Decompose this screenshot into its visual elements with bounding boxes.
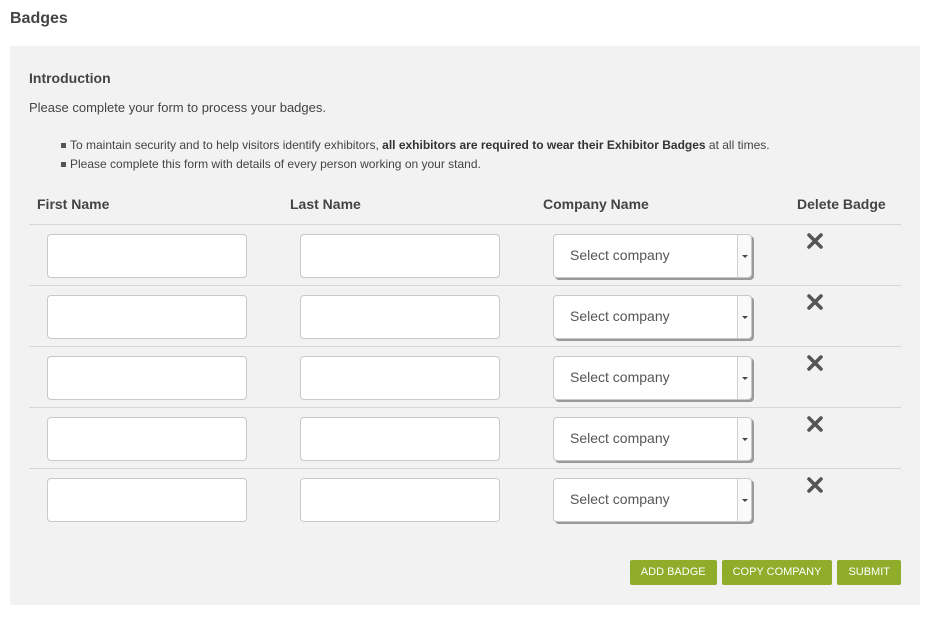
first-name-input[interactable] [47, 356, 247, 400]
table-row: Select company [29, 347, 901, 408]
square-bullet-icon [61, 162, 66, 167]
dropdown-toggle[interactable] [737, 479, 751, 521]
table-row: Select company [29, 408, 901, 469]
bullet-item-complete: Please complete this form with details o… [61, 155, 770, 174]
caret-down-icon [742, 316, 748, 319]
dropdown-toggle[interactable] [737, 418, 751, 460]
caret-down-icon [742, 377, 748, 380]
company-select[interactable]: Select company [553, 417, 752, 461]
company-select-value: Select company [570, 430, 670, 446]
last-name-input[interactable] [300, 478, 500, 522]
company-select[interactable]: Select company [553, 295, 752, 339]
company-select-value: Select company [570, 369, 670, 385]
header-first-name: First Name [37, 196, 110, 212]
company-select[interactable]: Select company [553, 234, 752, 278]
last-name-input[interactable] [300, 234, 500, 278]
caret-down-icon [742, 438, 748, 441]
first-name-input[interactable] [47, 478, 247, 522]
close-x-icon[interactable] [805, 353, 825, 373]
dropdown-toggle[interactable] [737, 357, 751, 399]
close-x-icon[interactable] [805, 292, 825, 312]
table-row: Select company [29, 469, 901, 530]
dropdown-toggle[interactable] [737, 296, 751, 338]
company-select-value: Select company [570, 491, 670, 507]
first-name-input[interactable] [47, 234, 247, 278]
caret-down-icon [742, 499, 748, 502]
company-select-value: Select company [570, 308, 670, 324]
intro-text: Please complete your form to process you… [29, 100, 326, 115]
close-x-icon[interactable] [805, 414, 825, 434]
last-name-input[interactable] [300, 417, 500, 461]
intro-heading: Introduction [29, 70, 111, 86]
header-delete-badge: Delete Badge [797, 196, 886, 212]
last-name-input[interactable] [300, 295, 500, 339]
header-company-name: Company Name [543, 196, 649, 212]
table-row: Select company [29, 225, 901, 286]
form-actions: ADD BADGE COPY COMPANY SUBMIT [629, 560, 901, 585]
company-select-value: Select company [570, 247, 670, 263]
submit-button[interactable]: SUBMIT [837, 560, 901, 585]
caret-down-icon [742, 255, 748, 258]
square-bullet-icon [61, 143, 66, 148]
bullet-item-security: To maintain security and to help visitor… [61, 136, 770, 155]
add-badge-button[interactable]: ADD BADGE [629, 560, 717, 585]
intro-bullet-list: To maintain security and to help visitor… [61, 136, 770, 174]
badges-form-panel: Introduction Please complete your form t… [10, 46, 920, 605]
last-name-input[interactable] [300, 356, 500, 400]
page-title: Badges [10, 10, 68, 27]
first-name-input[interactable] [47, 417, 247, 461]
close-x-icon[interactable] [805, 231, 825, 251]
table-header: First Name Last Name Company Name Delete… [29, 186, 901, 225]
badge-rows: Select company Select company Select com… [29, 225, 901, 530]
first-name-input[interactable] [47, 295, 247, 339]
company-select[interactable]: Select company [553, 356, 752, 400]
dropdown-toggle[interactable] [737, 235, 751, 277]
table-row: Select company [29, 286, 901, 347]
header-last-name: Last Name [290, 196, 361, 212]
close-x-icon[interactable] [805, 475, 825, 495]
copy-company-button[interactable]: COPY COMPANY [721, 560, 833, 585]
badges-table: First Name Last Name Company Name Delete… [29, 186, 901, 530]
company-select[interactable]: Select company [553, 478, 752, 522]
